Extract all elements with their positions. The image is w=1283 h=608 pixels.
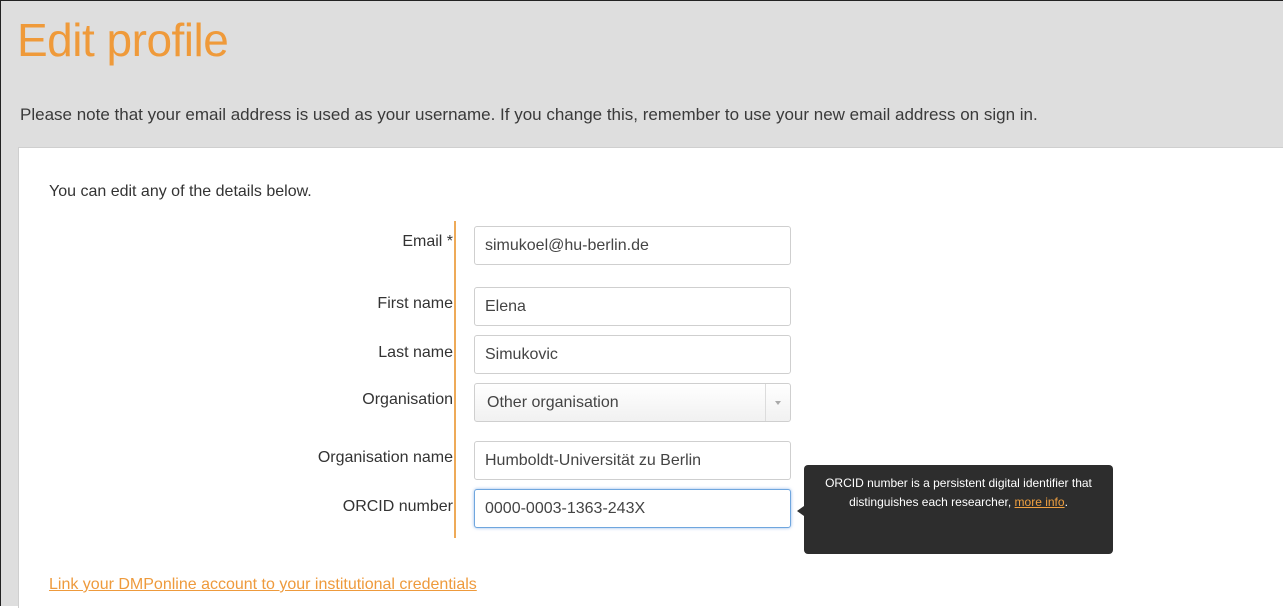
orcid-label: ORCID number bbox=[342, 498, 453, 515]
dropdown-button[interactable] bbox=[765, 384, 790, 421]
organisation-label: Organisation bbox=[362, 391, 453, 408]
page-title: Edit profile bbox=[17, 14, 229, 66]
more-info-link[interactable]: more info bbox=[1015, 495, 1065, 509]
first-name-field[interactable] bbox=[474, 287, 791, 326]
username-note: Please note that your email address is u… bbox=[20, 105, 1038, 124]
orcid-field[interactable] bbox=[474, 489, 791, 528]
chevron-down-icon bbox=[775, 400, 781, 405]
organisation-name-field[interactable] bbox=[474, 441, 791, 480]
tooltip-end: . bbox=[1064, 495, 1068, 509]
tooltip-arrow bbox=[797, 506, 804, 516]
organisation-selected: Other organisation bbox=[487, 394, 619, 411]
edit-profile-panel: You can edit any of the details below. E… bbox=[18, 147, 1283, 608]
link-credentials-link[interactable]: Link your DMPonline account to your inst… bbox=[49, 576, 477, 594]
email-label: Email * bbox=[402, 233, 453, 250]
organisation-name-label: Organisation name bbox=[317, 449, 453, 466]
page-frame: Edit profile Please note that your email… bbox=[0, 0, 1283, 608]
form-intro: You can edit any of the details below. bbox=[49, 183, 312, 200]
form-divider bbox=[454, 221, 456, 538]
last-name-field[interactable] bbox=[474, 335, 791, 374]
first-name-label: First name bbox=[377, 295, 453, 312]
email-field[interactable] bbox=[474, 226, 791, 265]
last-name-label: Last name bbox=[378, 344, 453, 361]
organisation-select[interactable]: Other organisation bbox=[474, 383, 791, 422]
orcid-tooltip: ORCID number is a persistent digital ide… bbox=[804, 465, 1113, 554]
